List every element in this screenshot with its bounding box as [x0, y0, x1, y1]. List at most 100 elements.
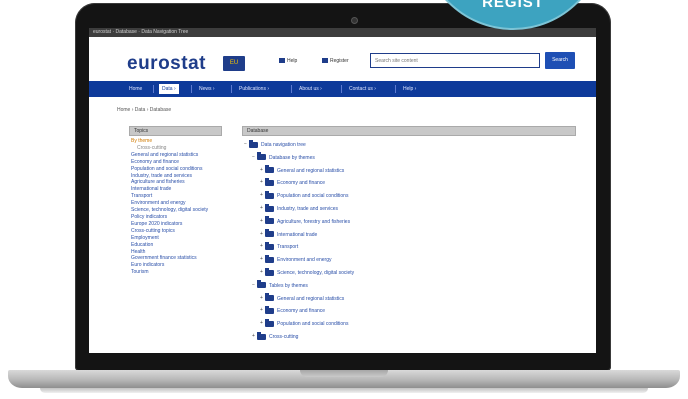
tree-node[interactable]: + Population and social conditions	[260, 190, 349, 200]
tree-node-label: Agriculture, forestry and fisheries	[277, 218, 351, 225]
folder-icon	[265, 241, 274, 250]
tree-node-label: Database by themes	[269, 154, 315, 161]
folder-icon	[265, 177, 274, 186]
register-link[interactable]: Register	[322, 58, 349, 64]
eu-flag-icon: EU	[223, 56, 245, 71]
tree-node[interactable]: + General and regional statistics	[260, 165, 345, 175]
search-input[interactable]	[370, 53, 540, 68]
nav-news[interactable]: News ›	[199, 84, 215, 94]
database-panel-title: Database	[242, 126, 576, 136]
folder-icon	[265, 190, 274, 199]
topic-item[interactable]: Environment and energy	[129, 200, 222, 207]
tree-node-label: Data navigation tree	[261, 141, 306, 148]
main-nav: Home Data › News › Publications › About …	[89, 81, 596, 97]
tree-node[interactable]: + Cross-cutting	[252, 331, 299, 341]
topic-item[interactable]: Policy indicators	[129, 214, 222, 221]
tree-node[interactable]: + Environment and energy	[260, 254, 331, 264]
tree-node[interactable]: + Industry, trade and services	[260, 203, 338, 213]
folder-icon	[265, 203, 274, 212]
folder-icon	[249, 139, 258, 148]
topics-panel: Topics By theme Cross-cutting General an…	[129, 126, 222, 348]
nav-divider	[191, 85, 192, 93]
laptop-base-notch	[300, 370, 388, 377]
topic-item[interactable]: Economy and finance	[129, 159, 222, 166]
laptop-base-shadow	[40, 388, 648, 393]
eu-flag-label: EU	[229, 60, 239, 66]
browser-screen: eurostat · Database · Data Navigation Tr…	[89, 28, 596, 353]
browser-tab-strip: eurostat · Database · Data Navigation Tr…	[89, 28, 596, 37]
folder-icon	[265, 267, 274, 276]
tree-node[interactable]: − Database by themes	[252, 152, 315, 162]
breadcrumb[interactable]: Home › Data › Database	[117, 107, 171, 113]
tree-node-label: Population and social conditions	[277, 321, 349, 328]
folder-icon	[265, 293, 274, 302]
register-link-label: Register	[330, 58, 349, 64]
topic-item[interactable]: Population and social conditions	[129, 166, 222, 173]
nav-data[interactable]: Data ›	[159, 84, 179, 94]
topic-item[interactable]: Tourism	[129, 269, 222, 276]
camera-icon	[351, 17, 358, 24]
tree-node-label: Transport	[277, 244, 299, 251]
user-icon	[322, 58, 328, 64]
tree-node[interactable]: − Data navigation tree	[244, 139, 306, 149]
folder-icon	[257, 280, 266, 289]
tree-node-label: Economy and finance	[277, 308, 326, 315]
topic-item[interactable]: General and regional statistics	[129, 152, 222, 159]
topic-item[interactable]: Cross-cutting	[129, 145, 222, 152]
nav-home[interactable]: Home	[129, 84, 142, 94]
topic-item[interactable]: Euro indicators	[129, 262, 222, 269]
register-badge-label: REGIST	[482, 0, 544, 11]
folder-icon	[257, 152, 266, 161]
topic-item[interactable]: Cross-cutting topics	[129, 228, 222, 235]
topic-item[interactable]: Government finance statistics	[129, 255, 222, 262]
tree-node-label: Population and social conditions	[277, 193, 349, 200]
nav-divider	[395, 85, 396, 93]
folder-icon	[265, 216, 274, 225]
tree-node-label: Cross-cutting	[269, 333, 299, 340]
nav-about-us[interactable]: About us ›	[299, 84, 322, 94]
tree-node-label: Economy and finance	[277, 180, 326, 187]
help-link[interactable]: Help	[279, 58, 297, 64]
topics-list: By theme Cross-cutting General and regio…	[129, 136, 222, 276]
tree-node[interactable]: − Tables by themes	[252, 280, 308, 290]
nav-divider	[153, 85, 154, 93]
topic-item[interactable]: Transport	[129, 193, 222, 200]
help-icon	[279, 58, 285, 64]
tree-node[interactable]: + Science, technology, digital society	[260, 267, 355, 277]
folder-icon	[265, 254, 274, 263]
topics-panel-title: Topics	[129, 126, 222, 136]
folder-icon	[257, 331, 266, 340]
tree-node[interactable]: + Agriculture, forestry and fisheries	[260, 216, 351, 226]
nav-help[interactable]: Help ›	[403, 84, 416, 94]
database-panel: Database − Data navigation tree − Database …	[242, 126, 576, 348]
nav-divider	[341, 85, 342, 93]
tree-node[interactable]: + Population and social conditions	[260, 318, 349, 328]
topic-item[interactable]: Agriculture and fisheries	[129, 179, 222, 186]
topic-item[interactable]: Employment	[129, 235, 222, 242]
search-button[interactable]: Search	[545, 52, 575, 69]
tree-node[interactable]: + Economy and finance	[260, 177, 326, 187]
eurostat-logo[interactable]: eurostat	[127, 53, 206, 75]
folder-icon	[265, 229, 274, 238]
tree-node-label: General and regional statistics	[277, 295, 345, 302]
topic-item[interactable]: Health	[129, 249, 222, 256]
topic-item[interactable]: Europe 2020 indicators	[129, 221, 222, 228]
topic-item[interactable]: International trade	[129, 186, 222, 193]
nav-publications[interactable]: Publications ›	[239, 84, 269, 94]
topic-item[interactable]: Education	[129, 242, 222, 249]
tree-node-label: Tables by themes	[269, 282, 308, 289]
help-link-label: Help	[287, 58, 298, 64]
topic-item[interactable]: By theme	[129, 138, 222, 145]
nav-contact-us[interactable]: Contact us ›	[349, 84, 376, 94]
tree-node[interactable]: + International trade	[260, 229, 317, 239]
tree-node-label: General and regional statistics	[277, 167, 345, 174]
nav-divider	[231, 85, 232, 93]
tree-node[interactable]: + Economy and finance	[260, 305, 326, 315]
topic-item[interactable]: Science, technology, digital society	[129, 207, 222, 214]
tree-node[interactable]: + Transport	[260, 241, 299, 251]
nav-divider	[291, 85, 292, 93]
folder-icon	[265, 318, 274, 327]
tree-node[interactable]: + General and regional statistics	[260, 293, 345, 303]
tree-node-label: Science, technology, digital society	[277, 269, 355, 276]
topic-item[interactable]: Industry, trade and services	[129, 173, 222, 180]
